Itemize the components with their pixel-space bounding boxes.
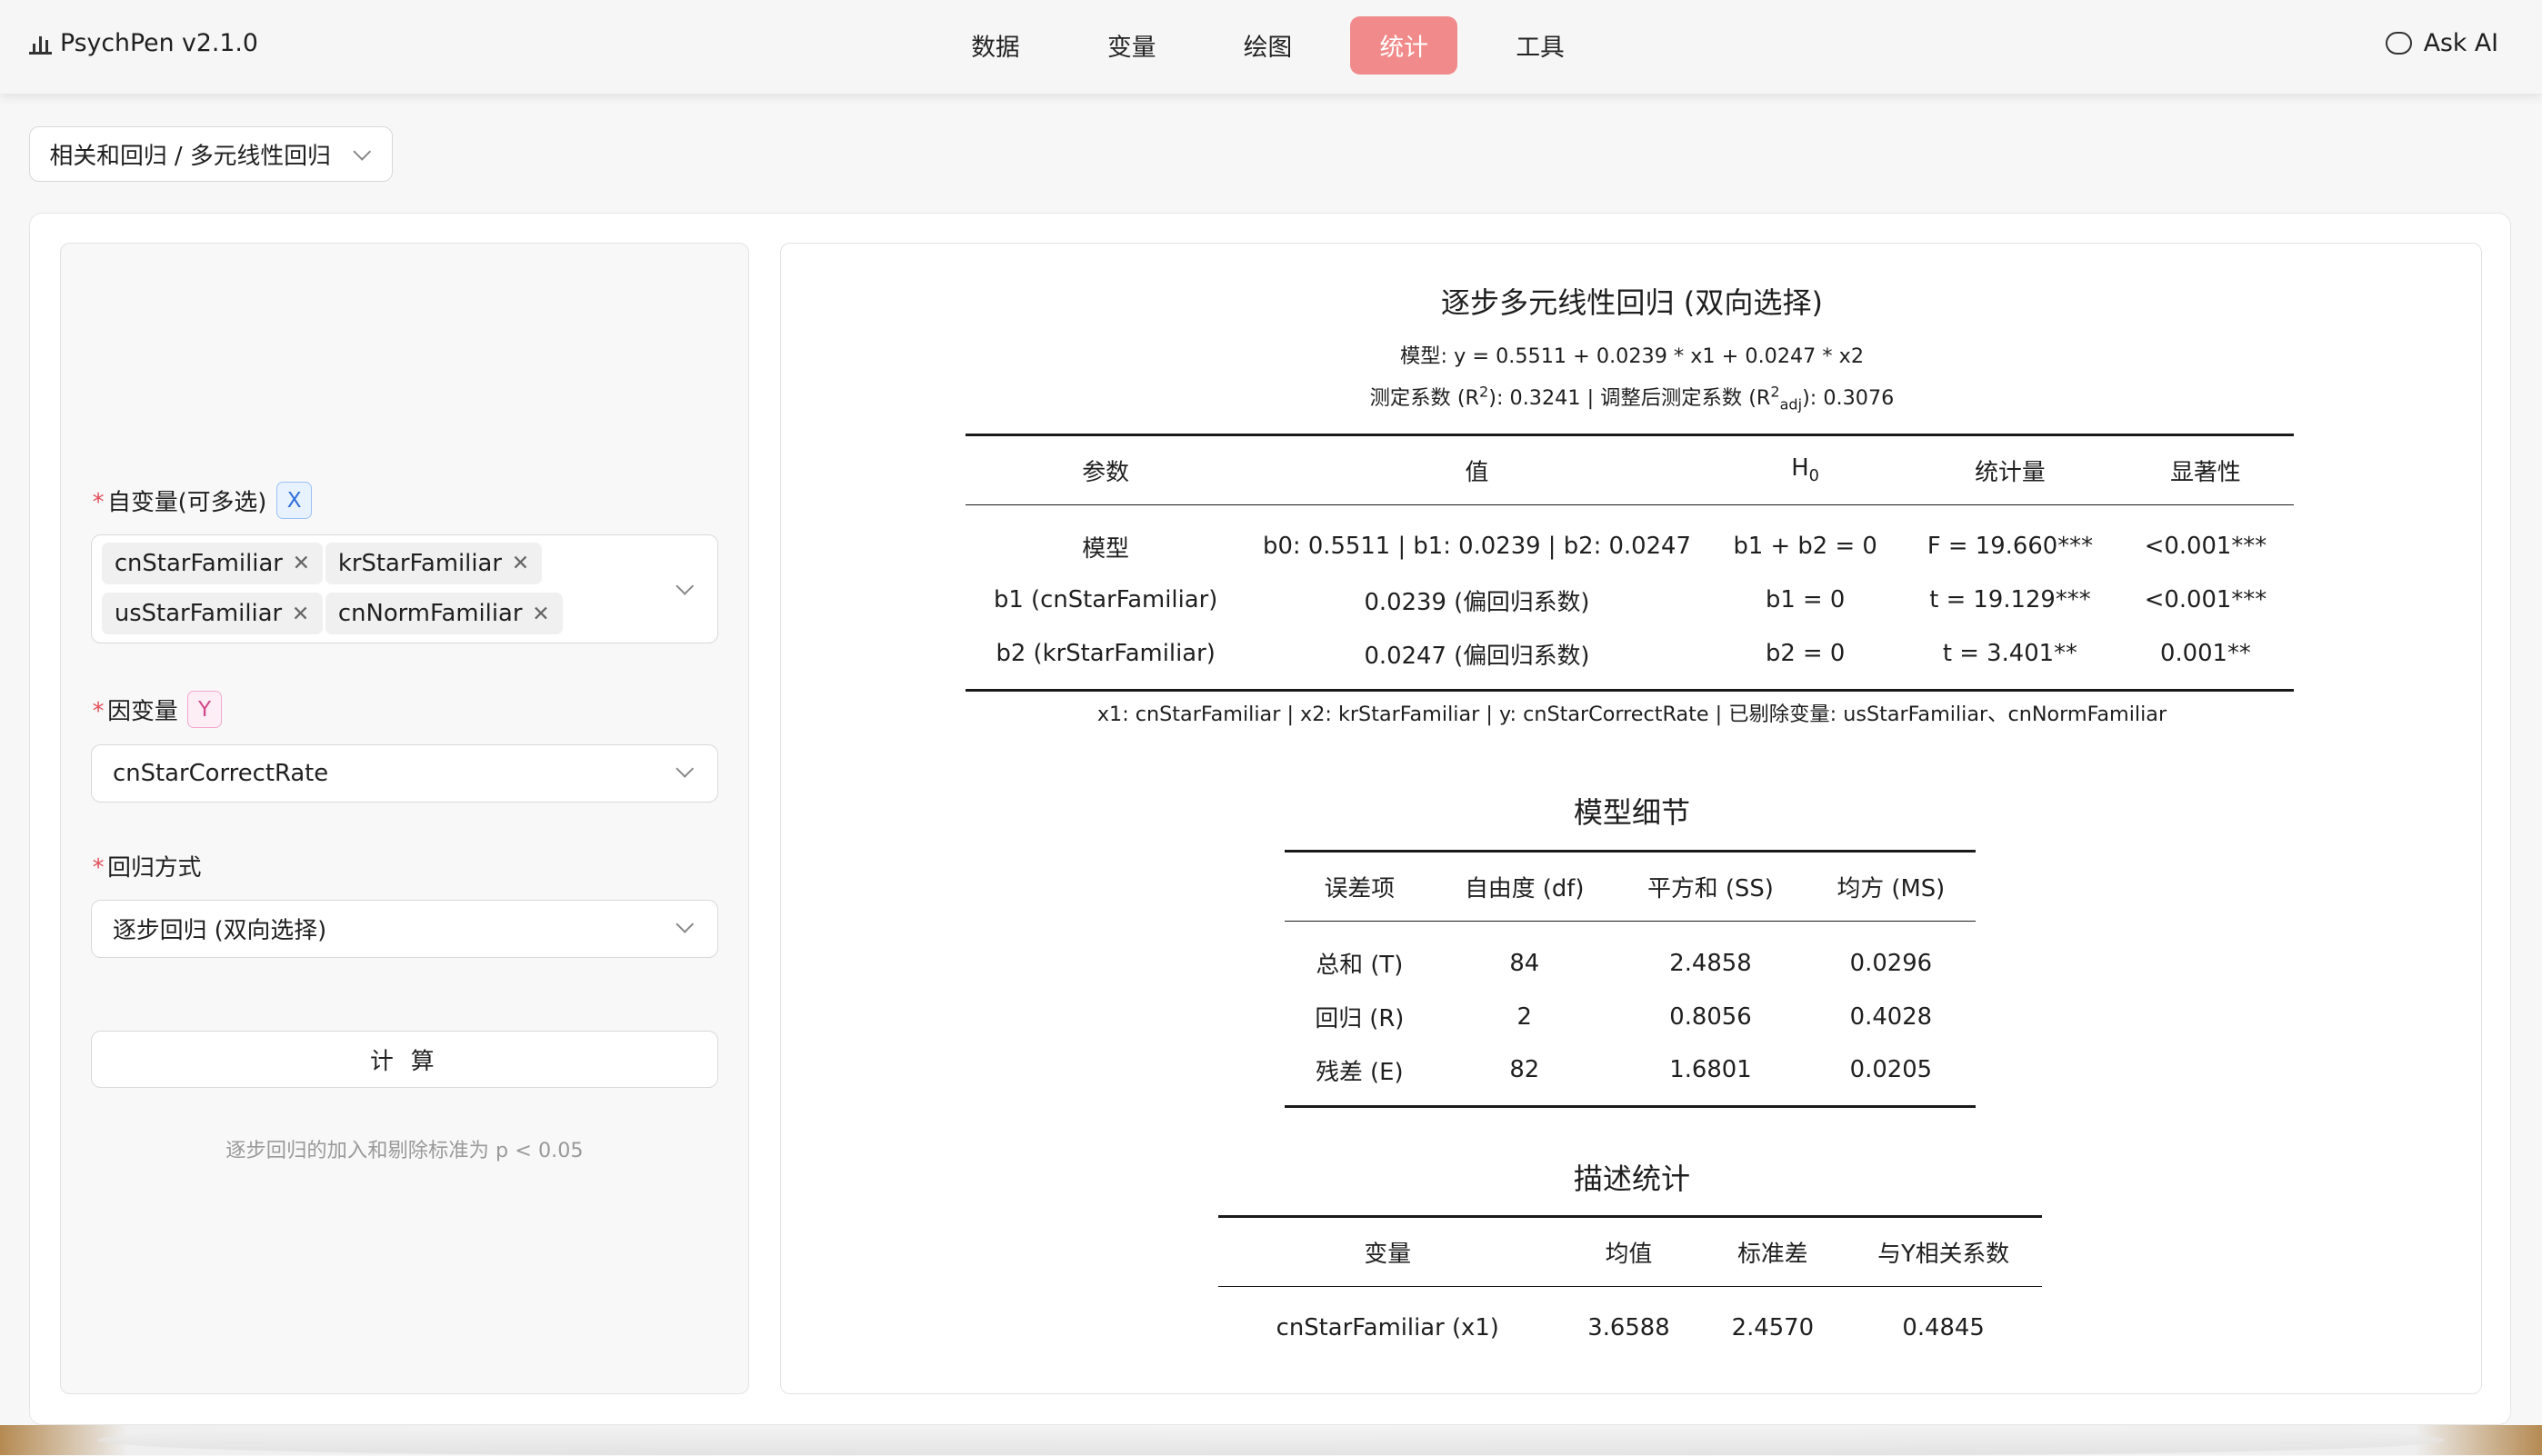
table-row: b2 (krStarFamiliar) 0.0247 (偏回归系数) b2 = 0t… [966,626,2294,692]
y-variable-value: cnStarCorrectRate [113,759,329,787]
remove-chip-icon[interactable]: ✕ [292,602,309,626]
table-header: 自由度 (df) [1434,850,1616,922]
y-label-text: 因变量 [107,697,178,725]
chevron-down-icon [353,142,372,162]
model-detail-table: 误差项 自由度 (df) 平方和 (SS) 均方 (MS) 总和 (T) 84 2.… [1285,850,1977,1108]
table-header: 标准差 [1700,1214,1846,1287]
chat-icon [2386,31,2413,55]
remove-chip-icon[interactable]: ✕ [532,602,549,626]
regression-method-value: 逐步回归 (双向选择) [113,917,327,945]
regression-method-select[interactable]: 逐步回归 (双向选择) [90,899,718,958]
table-row: cnStarFamiliar (x1) 3.6588 2.4570 0.4845 [1276,1314,1985,1342]
bar-chart-icon [29,32,53,55]
main-nav: 数据 变量 绘图 统计 工具 [942,15,1623,75]
r-squared-line: 测定系数 (R2): 0.3241 | 调整后测定系数 (R2adj): 0.3… [1369,383,1895,414]
nav-tools[interactable]: 工具 [1486,16,1594,75]
results-panel: 逐步多元线性回归 (双向选择) 模型: y = 0.5511 + 0.0239 … [779,243,2483,1394]
table-header: 统计量 [1902,434,2118,506]
y-tag: Y [187,690,222,728]
window-bottom-edge [0,1424,2542,1456]
table-row: 模型 b0: 0.5511 | b1: 0.0239 | b2: 0.0247 b1… [1082,533,2267,563]
x-chip: usStarFamiliar ✕ [101,592,323,635]
result-title: 逐步多元线性回归 (双向选择) [1440,284,1824,320]
x-chip: cnNormFamiliar ✕ [325,592,563,635]
table-header-row: 参数 值 H0 统计量 显著性 [966,434,2294,506]
nav-statistics[interactable]: 统计 [1350,15,1458,75]
calculate-button[interactable]: 计 算 [90,1031,718,1088]
x-chip: cnStarFamiliar ✕ [101,542,324,584]
table-row: b1 (cnStarFamiliar) 0.0239 (偏回归系数) b1 = 0t… [993,586,2267,616]
table-row: 残差 (E) 82 1.6801 0.0205 [1285,1043,1977,1108]
method-category-select[interactable]: 相关和回归 / 多元线性回归 [29,126,393,182]
table-header: 误差项 [1285,850,1435,922]
chevron-down-icon [675,915,695,934]
table-header: H0 [1707,434,1903,506]
results-scroll-mask [780,1361,2482,1393]
table-header: 均方 (MS) [1806,850,1977,922]
app-title: PsychPen v2.1.0 [59,29,258,58]
chevron-down-icon [675,576,695,596]
stepwise-hint: 逐步回归的加入和剔除标准为 p < 0.05 [225,1139,584,1163]
app-brand[interactable]: PsychPen v2.1.0 [29,29,258,57]
chevron-down-icon [675,760,695,779]
nav-data[interactable]: 数据 [942,16,1049,75]
variable-note: x1: cnStarFamiliar | x2: krStarFamiliar … [1096,702,2167,726]
remove-chip-icon[interactable]: ✕ [512,551,529,575]
top-bar: PsychPen v2.1.0 数据 变量 绘图 统计 工具 Ask AI [0,0,2542,95]
ask-ai-button[interactable]: Ask AI [2386,29,2498,57]
model-detail-title: 模型细节 [1573,795,1691,831]
table-row: 回归 (R) 2 0.8056 0.4028 [1315,1002,1933,1033]
table-row: 总和 (T) 84 2.4858 0.0296 [1316,949,1933,980]
table-header: 显著性 [2117,434,2294,506]
method-field-label: * 回归方式 [92,854,202,883]
ask-ai-label: Ask AI [2423,29,2499,58]
x-tag: X [276,481,313,519]
table-header-row: 误差项 自由度 (df) 平方和 (SS) 均方 (MS) [1285,850,1977,922]
y-field-label: * 因变量 Y [93,690,222,728]
x-variable-multiselect[interactable]: cnStarFamiliar ✕ krStarFamiliar ✕ usStarFa… [90,534,718,643]
model-equation: 模型: y = 0.5511 + 0.0239 * x1 + 0.0247 * … [1399,344,1865,368]
table-header: 平方和 (SS) [1615,850,1806,922]
table-header: 均值 [1556,1214,1701,1287]
table-header: 与Y相关系数 [1845,1214,2043,1287]
x-chip: krStarFamiliar ✕ [325,542,543,584]
table-header: 变量 [1218,1214,1557,1287]
nav-variables[interactable]: 变量 [1078,16,1186,75]
table-header-row: 变量 均值 标准差 与Y相关系数 [1218,1214,2043,1287]
method-category-value: 相关和回归 / 多元线性回归 [49,142,331,170]
x-field-label: * 自变量(可多选) X [93,481,313,519]
table-header: 参数 [966,434,1246,506]
form-panel [59,243,749,1394]
y-variable-select[interactable]: cnStarCorrectRate [90,743,718,803]
nav-plot[interactable]: 绘图 [1215,16,1322,75]
regression-table: 参数 值 H0 统计量 显著性 模型 b0: 0.5511 | b1: 0.023… [966,434,2294,692]
table-header: 值 [1246,434,1708,506]
remove-chip-icon[interactable]: ✕ [293,551,310,575]
x-label-text: 自变量(可多选) [107,488,267,516]
method-label-text: 回归方式 [107,854,202,883]
descriptive-stats-title: 描述统计 [1573,1162,1691,1197]
